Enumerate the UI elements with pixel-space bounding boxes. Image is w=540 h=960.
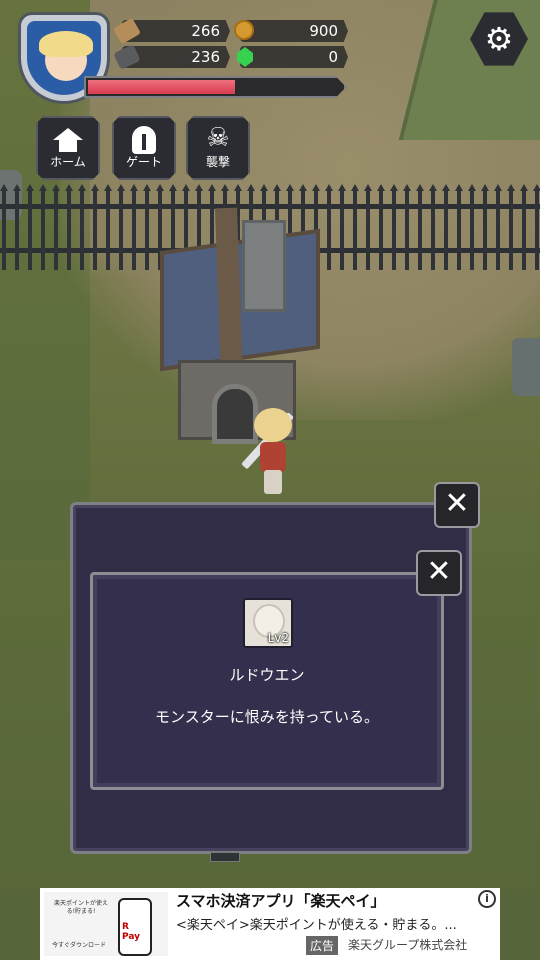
- house-ridge: [215, 207, 243, 379]
- info-icon[interactable]: i: [478, 890, 496, 908]
- ad-phone-image: R Pay: [118, 898, 152, 956]
- fence-post: [364, 184, 372, 270]
- hero-legs: [264, 470, 282, 494]
- house-chimney: [242, 220, 286, 312]
- fence-post: [325, 184, 333, 270]
- ad-banner[interactable]: 楽天ポイントが使える!貯まる! 今すぐダウンロード R Pay スマホ決済アプリ…: [40, 888, 500, 960]
- hero-hair: [254, 408, 292, 442]
- ad-thumbnail[interactable]: 楽天ポイントが使える!貯まる! 今すぐダウンロード R Pay: [44, 892, 168, 956]
- fence-post: [494, 184, 502, 270]
- fence-post: [338, 184, 346, 270]
- fence-post: [377, 184, 385, 270]
- fence-post: [442, 184, 450, 270]
- ad-title[interactable]: スマホ決済アプリ「楽天ペイ」: [176, 890, 386, 911]
- fence-post: [26, 184, 34, 270]
- ad-advertiser: 楽天グループ株式会社: [348, 938, 468, 952]
- ad-badge: 広告: [306, 936, 339, 955]
- ad-thumb-text: 楽天ポイントが使える!貯まる!: [53, 900, 108, 915]
- panel-tab: [210, 852, 240, 862]
- npc-level: Lv2: [267, 631, 289, 645]
- home-icon: [38, 118, 98, 154]
- fence-post: [91, 184, 99, 270]
- ad-text[interactable]: <楽天ペイ>楽天ポイントが使える・貯まる。...: [176, 914, 492, 933]
- hero-body: [260, 442, 286, 472]
- fence-post: [481, 184, 489, 270]
- hero-character[interactable]: [252, 408, 292, 494]
- fence-post: [39, 184, 47, 270]
- npc-name: ルドウエン: [229, 666, 305, 684]
- fence-post: [468, 184, 476, 270]
- gate-label: ゲート: [125, 155, 162, 169]
- fence-post: [78, 184, 86, 270]
- fence-post: [104, 184, 112, 270]
- fence-post: [0, 184, 8, 270]
- fence-post: [13, 184, 21, 270]
- fence-post: [52, 184, 60, 270]
- close-icon: ✕: [444, 486, 470, 521]
- fence-post: [429, 184, 437, 270]
- hp-bar: [84, 76, 346, 98]
- npc-avatar: Lv2: [243, 598, 293, 648]
- home-label: ホーム: [50, 155, 86, 169]
- skull-icon: ☠: [206, 123, 230, 153]
- close-icon: ✕: [426, 554, 452, 589]
- gear-icon: ⚙: [484, 20, 514, 58]
- outer-close-button[interactable]: ✕: [434, 482, 480, 528]
- fence-post: [390, 184, 398, 270]
- fence-post: [143, 184, 151, 270]
- ad-logo: R Pay: [122, 922, 141, 942]
- fence-post: [117, 184, 125, 270]
- fence-post: [507, 184, 515, 270]
- fence-post: [455, 184, 463, 270]
- npc-house[interactable]: [150, 200, 325, 450]
- fence-post: [520, 184, 528, 270]
- fence-post: [65, 184, 73, 270]
- gem-counter: 0: [240, 46, 348, 68]
- fence-post: [533, 184, 540, 270]
- gate-button[interactable]: ゲート: [112, 116, 176, 180]
- fence-post: [351, 184, 359, 270]
- portrait-hair: [39, 31, 93, 57]
- ad-thumb-small: 今すぐダウンロード: [52, 942, 107, 949]
- tombstone-right: [512, 338, 540, 396]
- fence-post: [416, 184, 424, 270]
- raid-button[interactable]: ☠ 襲撃: [186, 116, 250, 180]
- helmet-icon: [114, 118, 174, 154]
- fence-post: [130, 184, 138, 270]
- home-button[interactable]: ホーム: [36, 116, 100, 180]
- fence-post: [403, 184, 411, 270]
- inner-close-button[interactable]: ✕: [416, 550, 462, 596]
- hp-bar-fill: [88, 80, 236, 94]
- gold-counter: 900: [240, 20, 348, 42]
- npc-description: モンスターに恨みを持っている。: [155, 708, 379, 726]
- raid-label: 襲撃: [205, 155, 230, 169]
- coin-icon: [234, 20, 254, 40]
